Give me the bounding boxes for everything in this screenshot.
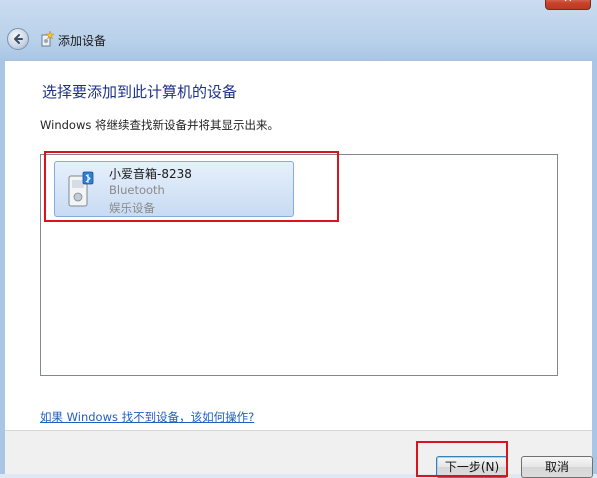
arrow-left-icon: [14, 34, 23, 44]
help-link[interactable]: 如果 Windows 找不到设备，该如何操作?: [40, 409, 254, 425]
window-title: 添加设备: [58, 34, 107, 48]
add-device-icon: [41, 31, 54, 47]
add-device-window: ✕ 添加设备 选择要添加到此计算机的设备 Windows 将继续查找新设备并将其…: [0, 0, 597, 478]
close-button[interactable]: ✕: [545, 0, 591, 10]
page-heading: 选择要添加到此计算机的设备: [42, 83, 238, 101]
back-button[interactable]: [7, 28, 29, 50]
cancel-button[interactable]: 取消: [521, 456, 593, 478]
device-highlight-box: [44, 151, 339, 222]
content-panel: 选择要添加到此计算机的设备 Windows 将继续查找新设备并将其显示出来。 小…: [5, 60, 592, 430]
info-text: Windows 将继续查找新设备并将其显示出来。: [40, 118, 279, 132]
next-highlight-box: [416, 441, 508, 477]
